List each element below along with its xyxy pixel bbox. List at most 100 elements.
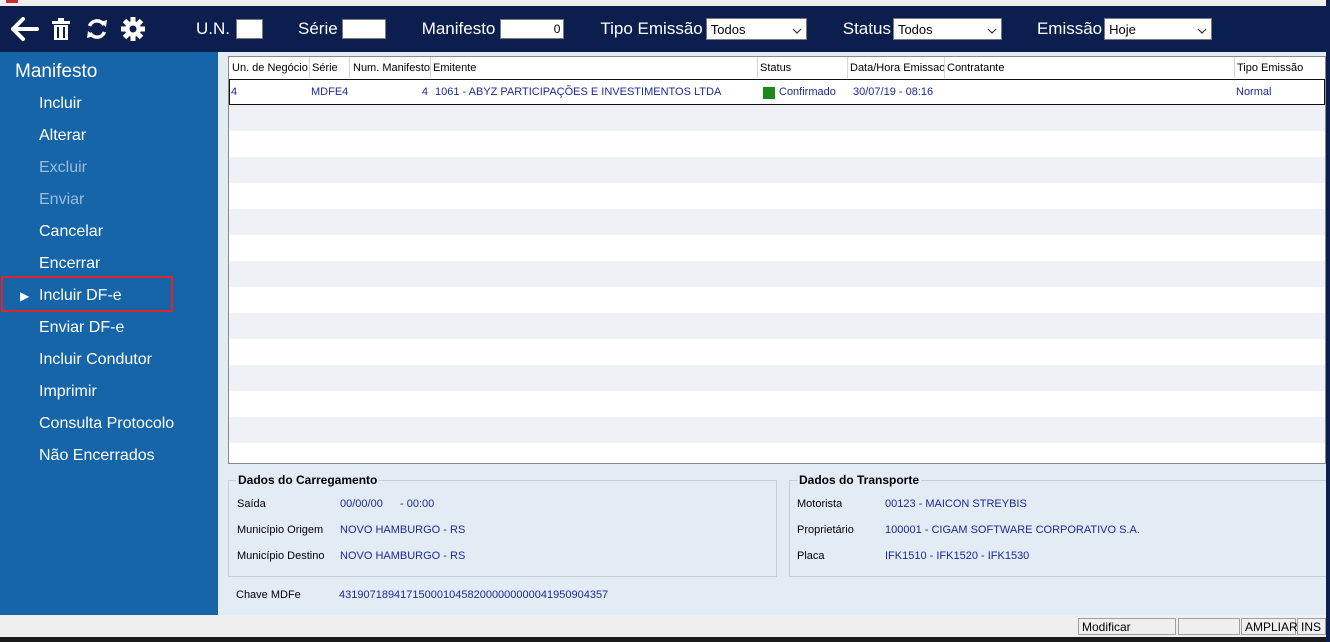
sidebar-item-enviar-dfe[interactable]: Enviar DF-e xyxy=(39,319,124,337)
back-arrow-icon[interactable] xyxy=(7,11,43,47)
sidebar-item-enviar[interactable]: Enviar xyxy=(39,191,84,209)
col-num-manifesto[interactable]: Num. Manifesto xyxy=(353,62,430,74)
cell-data-hora: 30/07/19 - 08:16 xyxy=(853,86,934,98)
col-contratante[interactable]: Contratante xyxy=(947,62,1004,74)
gear-icon[interactable] xyxy=(115,11,151,47)
empty-row xyxy=(229,443,1325,463)
serie-input[interactable] xyxy=(341,19,386,39)
un-input[interactable] xyxy=(236,19,263,39)
empty-row xyxy=(229,157,1325,183)
empty-row xyxy=(229,339,1325,365)
destino-label: Município Destino xyxy=(237,550,325,562)
col-separator xyxy=(430,57,431,78)
col-data-hora[interactable]: Data/Hora Emissao xyxy=(850,62,945,74)
empty-row xyxy=(229,105,1325,131)
manifesto-label: Manifesto xyxy=(421,19,496,38)
trash-icon[interactable] xyxy=(43,11,79,47)
col-separator xyxy=(847,57,848,78)
placa-label: Placa xyxy=(797,550,825,562)
motorista-value: 00123 - MAICON STREYBIS xyxy=(885,498,1027,510)
main-area: Un. de Negócio Série Num. Manifesto Emit… xyxy=(218,52,1326,615)
sidebar-item-incluir-condutor[interactable]: Incluir Condutor xyxy=(39,351,152,369)
carregamento-panel: Dados do Carregamento Saída 00/00/00 - 0… xyxy=(228,473,777,577)
chevron-down-icon xyxy=(1197,22,1207,37)
col-un-negocio[interactable]: Un. de Negócio xyxy=(232,62,308,74)
col-separator xyxy=(757,57,758,78)
cell-emitente: 1061 - ABYZ PARTICIPAÇÕES E INVESTIMENTO… xyxy=(435,86,722,98)
status-select[interactable]: Todos xyxy=(892,18,1002,40)
emissao-select[interactable]: Hoje xyxy=(1104,18,1213,40)
empty-row xyxy=(229,365,1325,391)
status-empty xyxy=(1178,618,1240,635)
selection-highlight xyxy=(1,276,173,312)
serie-label: Série xyxy=(298,19,338,38)
sidebar-item-alterar[interactable]: Alterar xyxy=(39,127,86,145)
sidebar-item-incluir[interactable]: Incluir xyxy=(39,95,82,113)
motorista-label: Motorista xyxy=(797,498,843,510)
col-separator xyxy=(309,57,310,78)
empty-row xyxy=(229,131,1325,157)
status-label: Status xyxy=(842,19,891,38)
tipo-emissao-label: Tipo Emissão xyxy=(600,19,703,38)
emissao-value: Hoje xyxy=(1109,21,1136,37)
cell-serie: MDFE4 xyxy=(311,86,349,98)
toolbar: U.N. Série Manifesto Tipo Emissão Todos … xyxy=(0,6,1326,52)
manifest-grid[interactable]: Un. de Negócio Série Num. Manifesto Emit… xyxy=(228,56,1326,464)
col-separator xyxy=(349,57,350,78)
empty-row xyxy=(229,261,1325,287)
status-indicator xyxy=(763,87,775,99)
manifesto-input[interactable] xyxy=(500,19,565,39)
grid-header: Un. de Negócio Série Num. Manifesto Emit… xyxy=(229,57,1325,78)
status-value: Todos xyxy=(897,21,933,37)
saida-label: Saída xyxy=(237,498,266,510)
col-status[interactable]: Status xyxy=(760,62,791,74)
tipo-emissao-value: Todos xyxy=(710,21,746,37)
cell-un: 4 xyxy=(231,86,238,98)
origem-label: Município Origem xyxy=(237,524,324,536)
empty-row xyxy=(229,235,1325,261)
saida-time: - 00:00 xyxy=(400,498,435,510)
status-bar: Modificar AMPLIAR INS xyxy=(0,615,1326,642)
sidebar-item-cancelar[interactable]: Cancelar xyxy=(39,223,103,241)
sidebar-title: Manifesto xyxy=(15,61,98,82)
chevron-down-icon xyxy=(792,22,802,37)
sidebar-item-nao-encerrados[interactable]: Não Encerrados xyxy=(39,447,155,465)
tipo-emissao-select[interactable]: Todos xyxy=(705,18,807,40)
sidebar-item-imprimir[interactable]: Imprimir xyxy=(39,383,97,401)
sidebar-item-encerrar[interactable]: Encerrar xyxy=(39,255,100,273)
proprietario-value: 100001 - CIGAM SOFTWARE CORPORATIVO S.A. xyxy=(885,524,1140,536)
cell-status: Confirmado xyxy=(779,86,836,98)
empty-row xyxy=(229,287,1325,313)
transporte-title: Dados do Transporte xyxy=(797,473,922,487)
status-mode: Modificar xyxy=(1078,618,1176,635)
sidebar: Manifesto Incluir Alterar Excluir Enviar… xyxy=(0,52,218,615)
status-ins: INS xyxy=(1297,618,1326,635)
origem-value: NOVO HAMBURGO - RS xyxy=(340,524,466,536)
carregamento-title: Dados do Carregamento xyxy=(236,473,380,487)
destino-value: NOVO HAMBURGO - RS xyxy=(340,550,466,562)
status-ampliar: AMPLIAR xyxy=(1241,618,1298,635)
table-row[interactable]: 4 MDFE4 4 1061 - ABYZ PARTICIPAÇÕES E IN… xyxy=(229,79,1325,105)
chave-value: 4319071894171500010458200000000004195090… xyxy=(339,589,609,601)
empty-row xyxy=(229,391,1325,417)
col-tipo-emissao[interactable]: Tipo Emissão xyxy=(1237,62,1303,74)
col-emitente[interactable]: Emitente xyxy=(433,62,476,74)
col-serie[interactable]: Série xyxy=(312,62,338,74)
empty-row xyxy=(229,417,1325,443)
app-mark xyxy=(6,0,18,3)
chevron-down-icon xyxy=(987,22,997,37)
empty-row xyxy=(229,209,1325,235)
proprietario-label: Proprietário xyxy=(797,524,854,536)
transporte-panel: Dados do Transporte Motorista 00123 - MA… xyxy=(789,473,1326,577)
sidebar-item-consulta-protocolo[interactable]: Consulta Protocolo xyxy=(39,415,174,433)
cell-num: 4 xyxy=(421,86,428,98)
empty-row xyxy=(229,183,1325,209)
refresh-icon[interactable] xyxy=(79,11,115,47)
placa-value: IFK1510 - IFK1520 - IFK1530 xyxy=(885,550,1030,562)
chave-label: Chave MDFe xyxy=(236,589,301,601)
emissao-label: Emissão xyxy=(1036,19,1103,38)
un-label: U.N. xyxy=(196,19,230,38)
empty-row xyxy=(229,313,1325,339)
sidebar-item-excluir[interactable]: Excluir xyxy=(39,159,87,177)
window-border xyxy=(1326,0,1330,642)
